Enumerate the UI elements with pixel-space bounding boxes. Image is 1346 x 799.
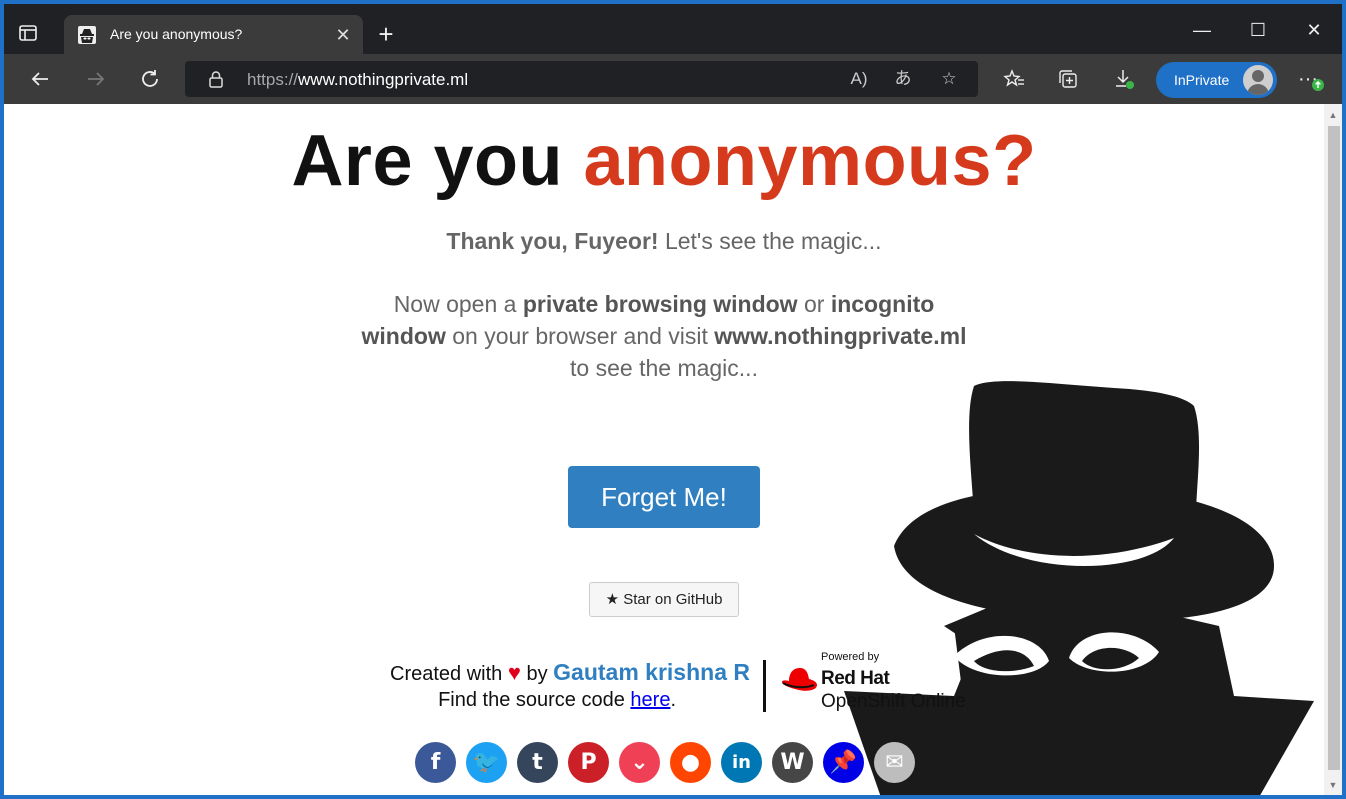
- scroll-thumb[interactable]: [1328, 126, 1340, 770]
- add-favorite-icon[interactable]: ☆: [937, 67, 961, 91]
- pinterest-icon[interactable]: P: [568, 742, 609, 783]
- spy-illustration: [844, 381, 1314, 795]
- author-name: Gautam krishna R: [553, 659, 750, 685]
- refresh-icon: [142, 70, 158, 87]
- star-on-github-button[interactable]: ★ Star on GitHub: [589, 582, 739, 617]
- profile-avatar: [1243, 65, 1273, 95]
- title-bar: Are you anonymous? ✕ + — ☐ ✕: [4, 4, 1342, 55]
- find-source-text: Find the source code: [438, 689, 631, 711]
- maximize-button[interactable]: ☐: [1238, 16, 1278, 44]
- thank-you-rest: Let's see the magic...: [658, 228, 882, 254]
- inprivate-button[interactable]: InPrivate: [1156, 62, 1277, 98]
- created-with-text: Created with: [390, 663, 508, 685]
- forward-button[interactable]: [82, 65, 110, 93]
- pinboard-icon[interactable]: 📌: [823, 742, 864, 783]
- tab-close-button[interactable]: ✕: [333, 25, 353, 45]
- person-icon: [1247, 70, 1269, 95]
- redhat-text: Red Hat: [821, 668, 890, 689]
- thank-you-name: Thank you, Fuyeor!: [446, 228, 659, 254]
- downloads-button[interactable]: [1110, 65, 1138, 93]
- instr-7: to see the magic...: [570, 355, 758, 381]
- favorites-list-icon: [1003, 69, 1024, 87]
- powered-by-openshift[interactable]: Powered by Red Hat OpenShift Online: [780, 651, 980, 721]
- star-icon: ★: [605, 591, 620, 608]
- arrow-left-icon: [31, 72, 48, 86]
- wordpress-icon[interactable]: W: [772, 742, 813, 783]
- read-aloud-icon[interactable]: A): [847, 67, 871, 91]
- facebook-icon[interactable]: f: [415, 742, 456, 783]
- instr-6: www.nothingprivate.ml: [714, 323, 967, 349]
- scroll-down-arrow-icon[interactable]: ▼: [1324, 776, 1342, 794]
- browser-window: Are you anonymous? ✕ + — ☐ ✕ https://www…: [4, 4, 1342, 795]
- new-tab-button[interactable]: +: [372, 21, 400, 50]
- tumblr-icon[interactable]: t: [517, 742, 558, 783]
- arrow-right-icon: [88, 72, 105, 86]
- instr-1: Now open a: [393, 291, 523, 317]
- instr-2: private browsing window: [522, 291, 798, 317]
- linkedin-icon[interactable]: in: [721, 742, 762, 783]
- back-button[interactable]: [26, 65, 54, 93]
- vertical-scrollbar[interactable]: ▲ ▼: [1324, 104, 1342, 795]
- credits-divider: [763, 660, 766, 712]
- title-part1: Are you: [291, 121, 584, 201]
- openshift-text: OpenShift Online: [821, 691, 966, 712]
- credits-line1: Created with ♥ by Gautam krishna R: [304, 659, 750, 687]
- favorites-button[interactable]: [1000, 65, 1028, 93]
- tab-active[interactable]: Are you anonymous? ✕: [64, 15, 363, 55]
- heart-icon: ♥: [507, 660, 521, 685]
- powered-by-text: Powered by: [821, 651, 880, 663]
- forget-me-button[interactable]: Forget Me!: [568, 466, 760, 528]
- scroll-up-arrow-icon[interactable]: ▲: [1324, 106, 1342, 124]
- redhat-logo-icon: [782, 668, 817, 691]
- by-text: by: [520, 663, 554, 685]
- url-text[interactable]: https://www.nothingprivate.ml: [247, 70, 468, 90]
- translate-icon[interactable]: あ: [891, 67, 915, 91]
- credits: Created with ♥ by Gautam krishna R Find …: [304, 659, 750, 713]
- title-part2: anonymous?: [583, 121, 1037, 201]
- collections-button[interactable]: [1054, 65, 1082, 93]
- source-link[interactable]: here: [630, 689, 670, 711]
- spy-favicon-icon: [78, 26, 96, 44]
- period: .: [670, 689, 676, 711]
- settings-more-button[interactable]: ···: [1294, 65, 1324, 93]
- browser-toolbar: https://www.nothingprivate.ml A) あ ☆ InP…: [4, 54, 1342, 104]
- twitter-icon[interactable]: 🐦: [466, 742, 507, 783]
- thank-you-text: Thank you, Fuyeor! Let's see the magic..…: [4, 228, 1324, 255]
- email-icon[interactable]: ✉: [874, 742, 915, 783]
- page-content: Are you anonymous? Thank you, Fuyeor! Le…: [4, 104, 1324, 795]
- url-scheme: https://: [247, 70, 299, 89]
- reddit-icon[interactable]: ●: [670, 742, 711, 783]
- pocket-icon[interactable]: ⌄: [619, 742, 660, 783]
- instr-5: on your browser and visit: [445, 323, 715, 349]
- close-window-button[interactable]: ✕: [1294, 16, 1334, 44]
- address-bar[interactable]: https://www.nothingprivate.ml A) あ ☆: [185, 61, 978, 97]
- download-icon: [1116, 70, 1134, 89]
- tab-actions-icon[interactable]: [18, 23, 38, 43]
- update-badge-icon: [1312, 79, 1324, 91]
- lock-icon[interactable]: [207, 70, 225, 88]
- credits-line2: Find the source code here.: [304, 687, 750, 713]
- url-host: www.nothingprivate.ml: [298, 70, 469, 89]
- refresh-button[interactable]: [136, 65, 164, 93]
- github-label: Star on GitHub: [623, 591, 723, 608]
- collections-icon: [1059, 70, 1077, 88]
- page-title: Are you anonymous?: [4, 120, 1324, 202]
- minimize-button[interactable]: —: [1182, 16, 1222, 44]
- inprivate-label: InPrivate: [1174, 72, 1230, 88]
- instructions-text: Now open a private browsing window or in…: [354, 288, 974, 384]
- tab-title: Are you anonymous?: [110, 26, 243, 42]
- instr-3: or: [797, 291, 831, 317]
